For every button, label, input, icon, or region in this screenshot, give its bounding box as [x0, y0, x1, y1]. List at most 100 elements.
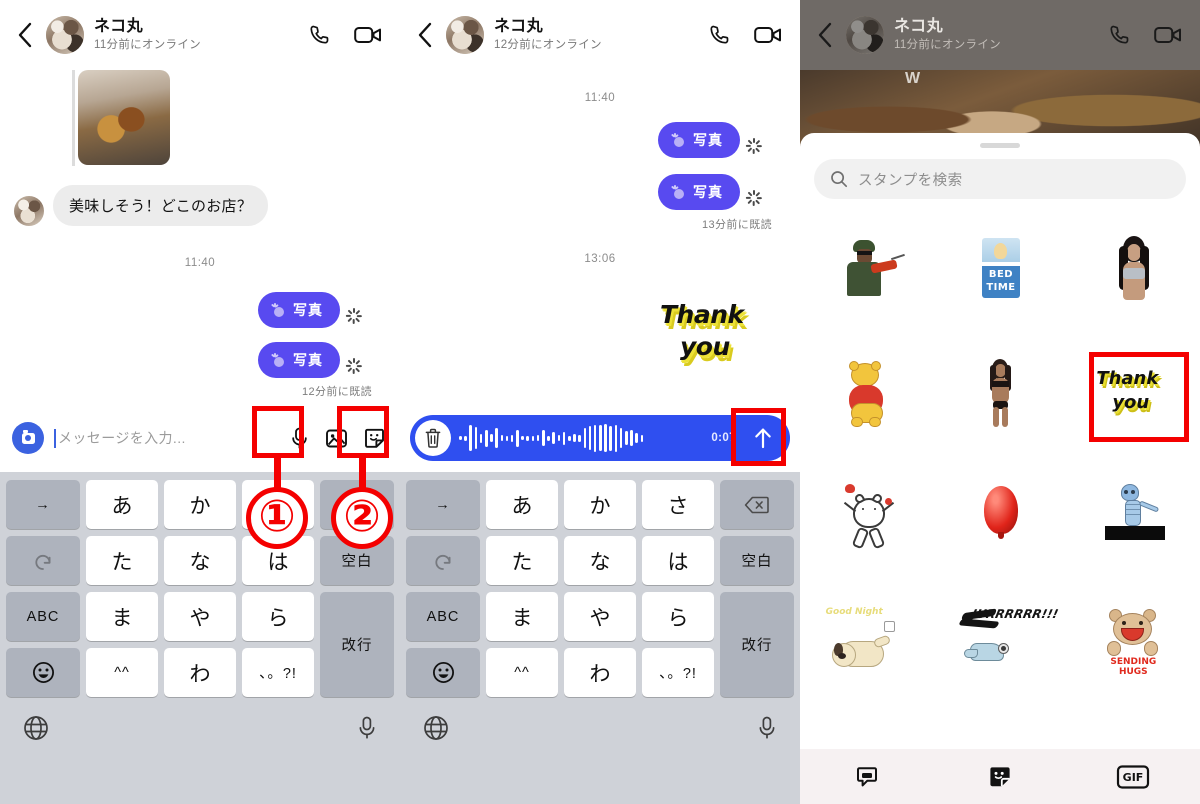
- camera-flash-icon: [271, 352, 286, 368]
- key-arrow-right[interactable]: →: [406, 480, 480, 529]
- header-actions: [308, 23, 386, 47]
- thank-you-sticker[interactable]: Thank you: [658, 300, 768, 372]
- video-camera-icon[interactable]: [354, 24, 382, 46]
- sticker-item[interactable]: [933, 330, 1066, 455]
- sticker-item[interactable]: [1067, 455, 1200, 580]
- key-wa[interactable]: わ: [564, 648, 636, 697]
- key-kaomoji[interactable]: ^^: [86, 648, 158, 697]
- japanese-keyboard-2: → あ か さ た な は 空白 ABC ま や ら 改行 ^^ わ 、。?!: [400, 472, 800, 804]
- key-ma[interactable]: ま: [86, 592, 158, 641]
- key-ta[interactable]: た: [486, 536, 558, 585]
- sticker-item[interactable]: [1067, 205, 1200, 330]
- sticker-search-input[interactable]: スタンプを検索: [814, 159, 1186, 199]
- video-camera-icon[interactable]: [754, 24, 782, 46]
- microphone-icon[interactable]: [756, 715, 778, 741]
- avatar[interactable]: [446, 16, 484, 54]
- key-na[interactable]: な: [564, 536, 636, 585]
- sticker-item[interactable]: JURRRRRR!!!: [933, 580, 1066, 705]
- received-photo-message[interactable]: [78, 70, 170, 165]
- key-sa[interactable]: さ: [642, 480, 714, 529]
- search-icon: [830, 170, 848, 188]
- three-panel-screenshot: ネコ丸 11分前にオンライン 美味しそう！どこのお店？ 11:40 写真 写真 …: [0, 0, 1200, 804]
- back-chevron-icon[interactable]: [14, 20, 36, 50]
- key-undo[interactable]: [6, 536, 80, 585]
- highlight-mic-icon: [252, 406, 304, 458]
- key-a[interactable]: あ: [86, 480, 158, 529]
- sending-sparkle-icon: [745, 138, 762, 154]
- message-input[interactable]: メッセージを入力...: [54, 428, 279, 448]
- sticker-label-line-2: HUGS: [1118, 666, 1148, 677]
- read-receipt: 13分前に既読: [701, 219, 772, 231]
- outgoing-photo-bubble[interactable]: 写真: [658, 122, 740, 158]
- avatar[interactable]: [846, 16, 884, 54]
- key-ka[interactable]: か: [164, 480, 236, 529]
- key-punctuation[interactable]: 、。?!: [242, 648, 314, 697]
- sticker-item[interactable]: [800, 330, 933, 455]
- contact-name: ネコ丸: [494, 18, 544, 36]
- sticker-sheet-tabs: GIF: [800, 749, 1200, 804]
- globe-icon[interactable]: [22, 714, 50, 742]
- sticker-item[interactable]: [800, 455, 933, 580]
- sheet-grabber[interactable]: [980, 143, 1020, 148]
- key-wa[interactable]: わ: [164, 648, 236, 697]
- key-ya[interactable]: や: [564, 592, 636, 641]
- sticker-item[interactable]: [933, 455, 1066, 580]
- key-abc[interactable]: ABC: [6, 592, 80, 641]
- avatar[interactable]: [46, 16, 84, 54]
- trash-icon[interactable]: [415, 420, 451, 456]
- sticker-item[interactable]: Good Night: [800, 580, 933, 705]
- key-backspace[interactable]: [720, 480, 794, 529]
- sticker-item[interactable]: SENDING HUGS: [1067, 580, 1200, 705]
- key-abc[interactable]: ABC: [406, 592, 480, 641]
- sticker-item-thank-you[interactable]: Thank you: [1067, 330, 1200, 455]
- video-camera-icon[interactable]: [1154, 24, 1182, 46]
- microphone-icon[interactable]: [356, 715, 378, 741]
- online-status: 11分前にオンライン: [894, 38, 1001, 51]
- key-a[interactable]: あ: [486, 480, 558, 529]
- camera-flash-icon: [671, 184, 686, 200]
- phone-icon[interactable]: [1108, 23, 1132, 47]
- key-space[interactable]: 空白: [720, 536, 794, 585]
- tab-gif[interactable]: GIF: [1106, 759, 1160, 795]
- key-enter[interactable]: 改行: [720, 592, 794, 697]
- key-ka[interactable]: か: [564, 480, 636, 529]
- key-ya[interactable]: や: [164, 592, 236, 641]
- sticker-picker-sheet: スタンプを検索 BED TIME Thank you Good Night JU…: [800, 133, 1200, 804]
- timestamp: 13:06: [584, 253, 616, 265]
- phone-icon[interactable]: [708, 23, 732, 47]
- key-ra[interactable]: ら: [642, 592, 714, 641]
- sticker-item[interactable]: BED TIME: [933, 205, 1066, 330]
- key-ma[interactable]: ま: [486, 592, 558, 641]
- pug-good-night-sticker: Good Night: [826, 607, 908, 679]
- key-na[interactable]: な: [164, 536, 236, 585]
- incoming-message-bubble[interactable]: 美味しそう！どこのお店？: [53, 185, 269, 226]
- key-enter[interactable]: 改行: [320, 592, 394, 697]
- outgoing-photo-bubble[interactable]: 写真: [258, 342, 340, 378]
- highlight-sticker-icon: [337, 406, 389, 458]
- outgoing-photo-bubble[interactable]: 写真: [658, 174, 740, 210]
- key-emoji[interactable]: [6, 648, 80, 697]
- camera-icon[interactable]: [12, 422, 44, 454]
- key-emoji[interactable]: [406, 648, 480, 697]
- key-ha[interactable]: は: [642, 536, 714, 585]
- key-arrow-right[interactable]: →: [6, 480, 80, 529]
- sticker-item[interactable]: [800, 205, 933, 330]
- tab-recent[interactable]: [840, 759, 894, 795]
- online-status: 11分前にオンライン: [94, 38, 201, 51]
- key-undo[interactable]: [406, 536, 480, 585]
- annotation-marker-1: ①: [246, 487, 308, 549]
- key-kaomoji[interactable]: ^^: [486, 648, 558, 697]
- contact-name: ネコ丸: [94, 18, 144, 36]
- back-chevron-icon[interactable]: [414, 20, 436, 50]
- phone-icon[interactable]: [308, 23, 332, 47]
- message-input-placeholder: メッセージを入力...: [58, 430, 186, 446]
- header-actions: [1108, 23, 1186, 47]
- key-punctuation[interactable]: 、。?!: [642, 648, 714, 697]
- outgoing-photo-bubble[interactable]: 写真: [258, 292, 340, 328]
- key-ra[interactable]: ら: [242, 592, 314, 641]
- tab-stickers[interactable]: [973, 759, 1027, 795]
- globe-icon[interactable]: [422, 714, 450, 742]
- back-chevron-icon[interactable]: [814, 20, 836, 50]
- key-ta[interactable]: た: [86, 536, 158, 585]
- panel-sticker-picker: W ネコ丸 11分前にオンライン スタンプを検索 BED TIME Thank …: [800, 0, 1200, 804]
